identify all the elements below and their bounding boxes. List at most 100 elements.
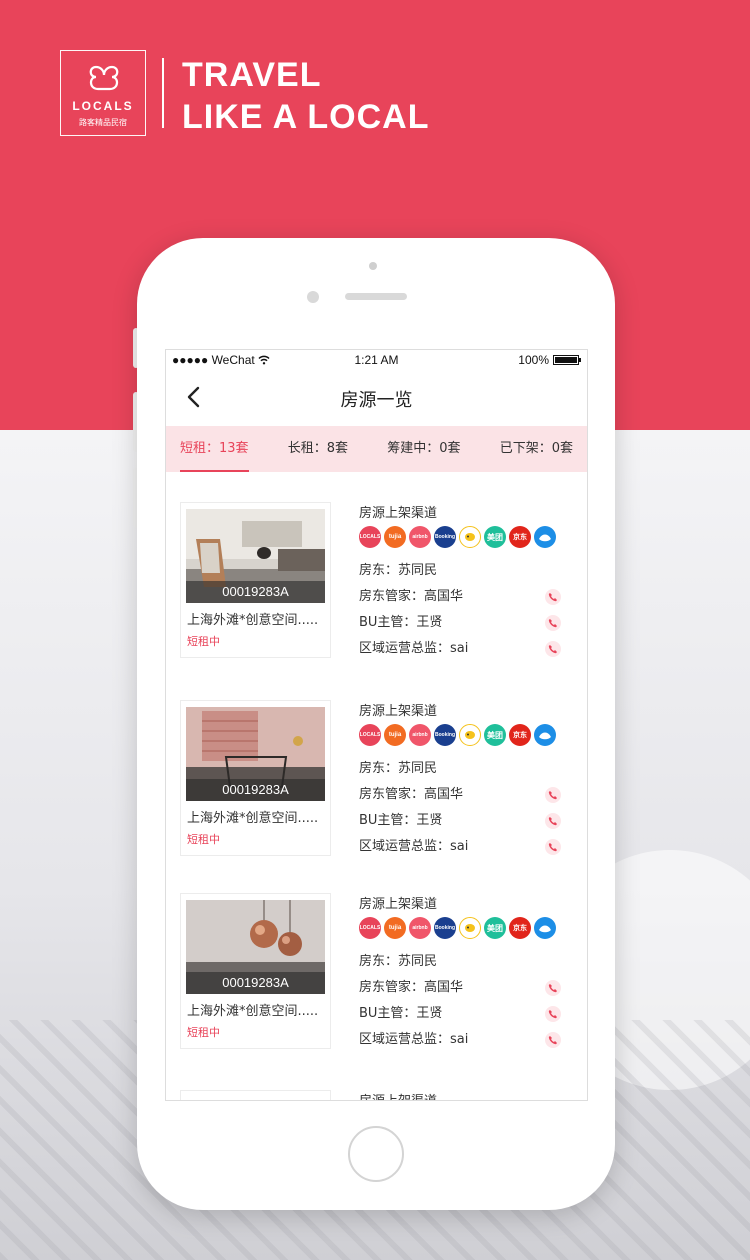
tagline-line-2: LIKE A LOCAL [182, 98, 430, 136]
phone-icon[interactable] [545, 787, 561, 803]
brand-divider [162, 58, 164, 128]
airbnb-channel-icon: airbnb [409, 917, 431, 939]
app-screen: ●●●●● WeChat 1:21 AM 100% 房源一览 短租：13套 长租… [165, 349, 588, 1101]
region-label: 区域运营总监：sai [359, 1032, 469, 1047]
bu-row: BU主管：王贤 [359, 610, 579, 636]
meituan-channel-icon: 美团 [484, 724, 506, 746]
xiaozhu-channel-icon [459, 917, 481, 939]
airbnb-channel-icon: airbnb [409, 724, 431, 746]
listing-photo: 00019283A [186, 509, 325, 603]
locals-channel-icon: LOCALS [359, 917, 381, 939]
jd-channel-icon: 京东 [509, 526, 531, 548]
listing-card[interactable]: 00019283A 上海外滩*创意空间..... 短租中 房源上架渠道 LOCA… [166, 502, 587, 662]
battery-percent: 100% [518, 353, 549, 367]
tujia-channel-icon: tujia [384, 917, 406, 939]
listing-card[interactable]: 00019283A 上海外滩*创意空间..... 短租中 房源上架渠道 LOCA… [166, 893, 587, 1053]
locals-logo: LOCALS 路客精品民宿 [60, 50, 146, 136]
booking-channel-icon: Booking [434, 526, 456, 548]
xiaozhu-channel-icon [459, 526, 481, 548]
listing-card[interactable]: 00019283A 上海外滩*创意空间..... 短租中 房源上架渠道 LOCA… [166, 700, 587, 860]
listing-thumbnail-card[interactable]: 00019283A 上海外滩*创意空间..... 短租中 [180, 700, 331, 856]
earpiece-speaker [345, 293, 407, 300]
region-row: 区域运营总监：sai [359, 834, 579, 860]
region-label: 区域运营总监：sai [359, 641, 469, 656]
home-button[interactable] [348, 1126, 404, 1182]
manager-row: 房东管家：高国华 [359, 975, 579, 1001]
phone-icon[interactable] [545, 813, 561, 829]
airbnb-channel-icon: airbnb [409, 526, 431, 548]
listing-status: 短租中 [187, 833, 220, 846]
listing-thumbnail-card[interactable]: 00019283A 上海外滩*创意空间..... 短租中 [180, 893, 331, 1049]
manager-label: 房东管家：高国华 [359, 787, 464, 802]
listing-status: 短租中 [187, 1026, 220, 1039]
tagline-line-1: TRAVEL [182, 56, 322, 94]
bu-label: BU主管：王贤 [359, 1006, 443, 1021]
channel-icons: LOCALS tujia airbnb Booking 美团 京东 [359, 917, 579, 939]
qunar-channel-icon [534, 724, 556, 746]
listing-title: 上海外滩*创意空间..... [187, 1004, 319, 1019]
booking-channel-icon: Booking [434, 917, 456, 939]
logo-word: LOCALS [72, 99, 134, 113]
landlord-label: 房东：苏同民 [359, 761, 438, 776]
phone-icon[interactable] [545, 839, 561, 855]
booking-channel-icon: Booking [434, 724, 456, 746]
bu-row: BU主管：王贤 [359, 808, 579, 834]
listing-info: 房源上架渠道 LOCALS tujia airbnb Booking 美团 京东… [359, 700, 579, 860]
listing-code: 00019283A [186, 972, 325, 994]
tab-long-term[interactable]: 长租：8套 [288, 426, 348, 472]
bu-label: BU主管：王贤 [359, 615, 443, 630]
jd-channel-icon: 京东 [509, 724, 531, 746]
manager-label: 房东管家：高国华 [359, 980, 464, 995]
battery-status: 100% [518, 353, 581, 367]
phone-icon[interactable] [545, 1006, 561, 1022]
listing-info: 房源上架渠道 LOCALS tujia airbnb Booking 美团 京东… [359, 502, 579, 662]
channel-title: 房源上架渠道 [359, 897, 438, 912]
nav-bar: 房源一览 [166, 370, 587, 426]
channel-title: 房源上架渠道 [359, 506, 438, 521]
region-row: 区域运营总监：sai [359, 636, 579, 662]
status-tabs: 短租：13套 长租：8套 筹建中：0套 已下架：0套 [166, 426, 587, 472]
manager-row: 房东管家：高国华 [359, 782, 579, 808]
listing-status: 短租中 [187, 635, 220, 648]
meituan-channel-icon: 美团 [484, 917, 506, 939]
listing-code: 00019283A [186, 779, 325, 801]
locals-channel-icon: LOCALS [359, 724, 381, 746]
channel-title: 房源上架渠道 [359, 704, 438, 719]
xiaozhu-channel-icon [459, 724, 481, 746]
landlord-label: 房东：苏同民 [359, 563, 438, 578]
tujia-channel-icon: tujia [384, 526, 406, 548]
phone-icon[interactable] [545, 1032, 561, 1048]
phone-icon[interactable] [545, 589, 561, 605]
tab-in-preparation[interactable]: 筹建中：0套 [387, 426, 460, 472]
landlord-row: 房东：苏同民 [359, 558, 579, 584]
listing-info: 房源上架渠道 [359, 1090, 579, 1100]
tab-delisted[interactable]: 已下架：0套 [500, 426, 573, 472]
tagline: TRAVEL LIKE A LOCAL [182, 54, 429, 138]
listing-card[interactable]: 房源上架渠道 [166, 1090, 587, 1100]
listing-thumbnail-card[interactable] [180, 1090, 331, 1100]
tab-short-term[interactable]: 短租：13套 [180, 426, 249, 472]
channel-icons: LOCALS tujia airbnb Booking 美团 京东 [359, 526, 579, 548]
battery-icon [553, 355, 581, 365]
bu-row: BU主管：王贤 [359, 1001, 579, 1027]
phone-icon[interactable] [545, 615, 561, 631]
phone-icon[interactable] [545, 980, 561, 996]
region-label: 区域运营总监：sai [359, 839, 469, 854]
phone-icon[interactable] [545, 641, 561, 657]
front-camera [369, 262, 377, 270]
landlord-label: 房东：苏同民 [359, 954, 438, 969]
locals-channel-icon: LOCALS [359, 526, 381, 548]
region-row: 区域运营总监：sai [359, 1027, 579, 1053]
listing-photo: 00019283A [186, 707, 325, 801]
manager-row: 房东管家：高国华 [359, 584, 579, 610]
landlord-row: 房东：苏同民 [359, 949, 579, 975]
listing-title: 上海外滩*创意空间..... [187, 811, 319, 826]
landlord-row: 房东：苏同民 [359, 756, 579, 782]
listing-thumbnail-card[interactable]: 00019283A 上海外滩*创意空间..... 短租中 [180, 502, 331, 658]
manager-label: 房东管家：高国华 [359, 589, 464, 604]
status-bar: ●●●●● WeChat 1:21 AM 100% [166, 350, 587, 370]
meituan-channel-icon: 美团 [484, 526, 506, 548]
proximity-sensor [307, 291, 319, 303]
qunar-channel-icon [534, 526, 556, 548]
bu-label: BU主管：王贤 [359, 813, 443, 828]
